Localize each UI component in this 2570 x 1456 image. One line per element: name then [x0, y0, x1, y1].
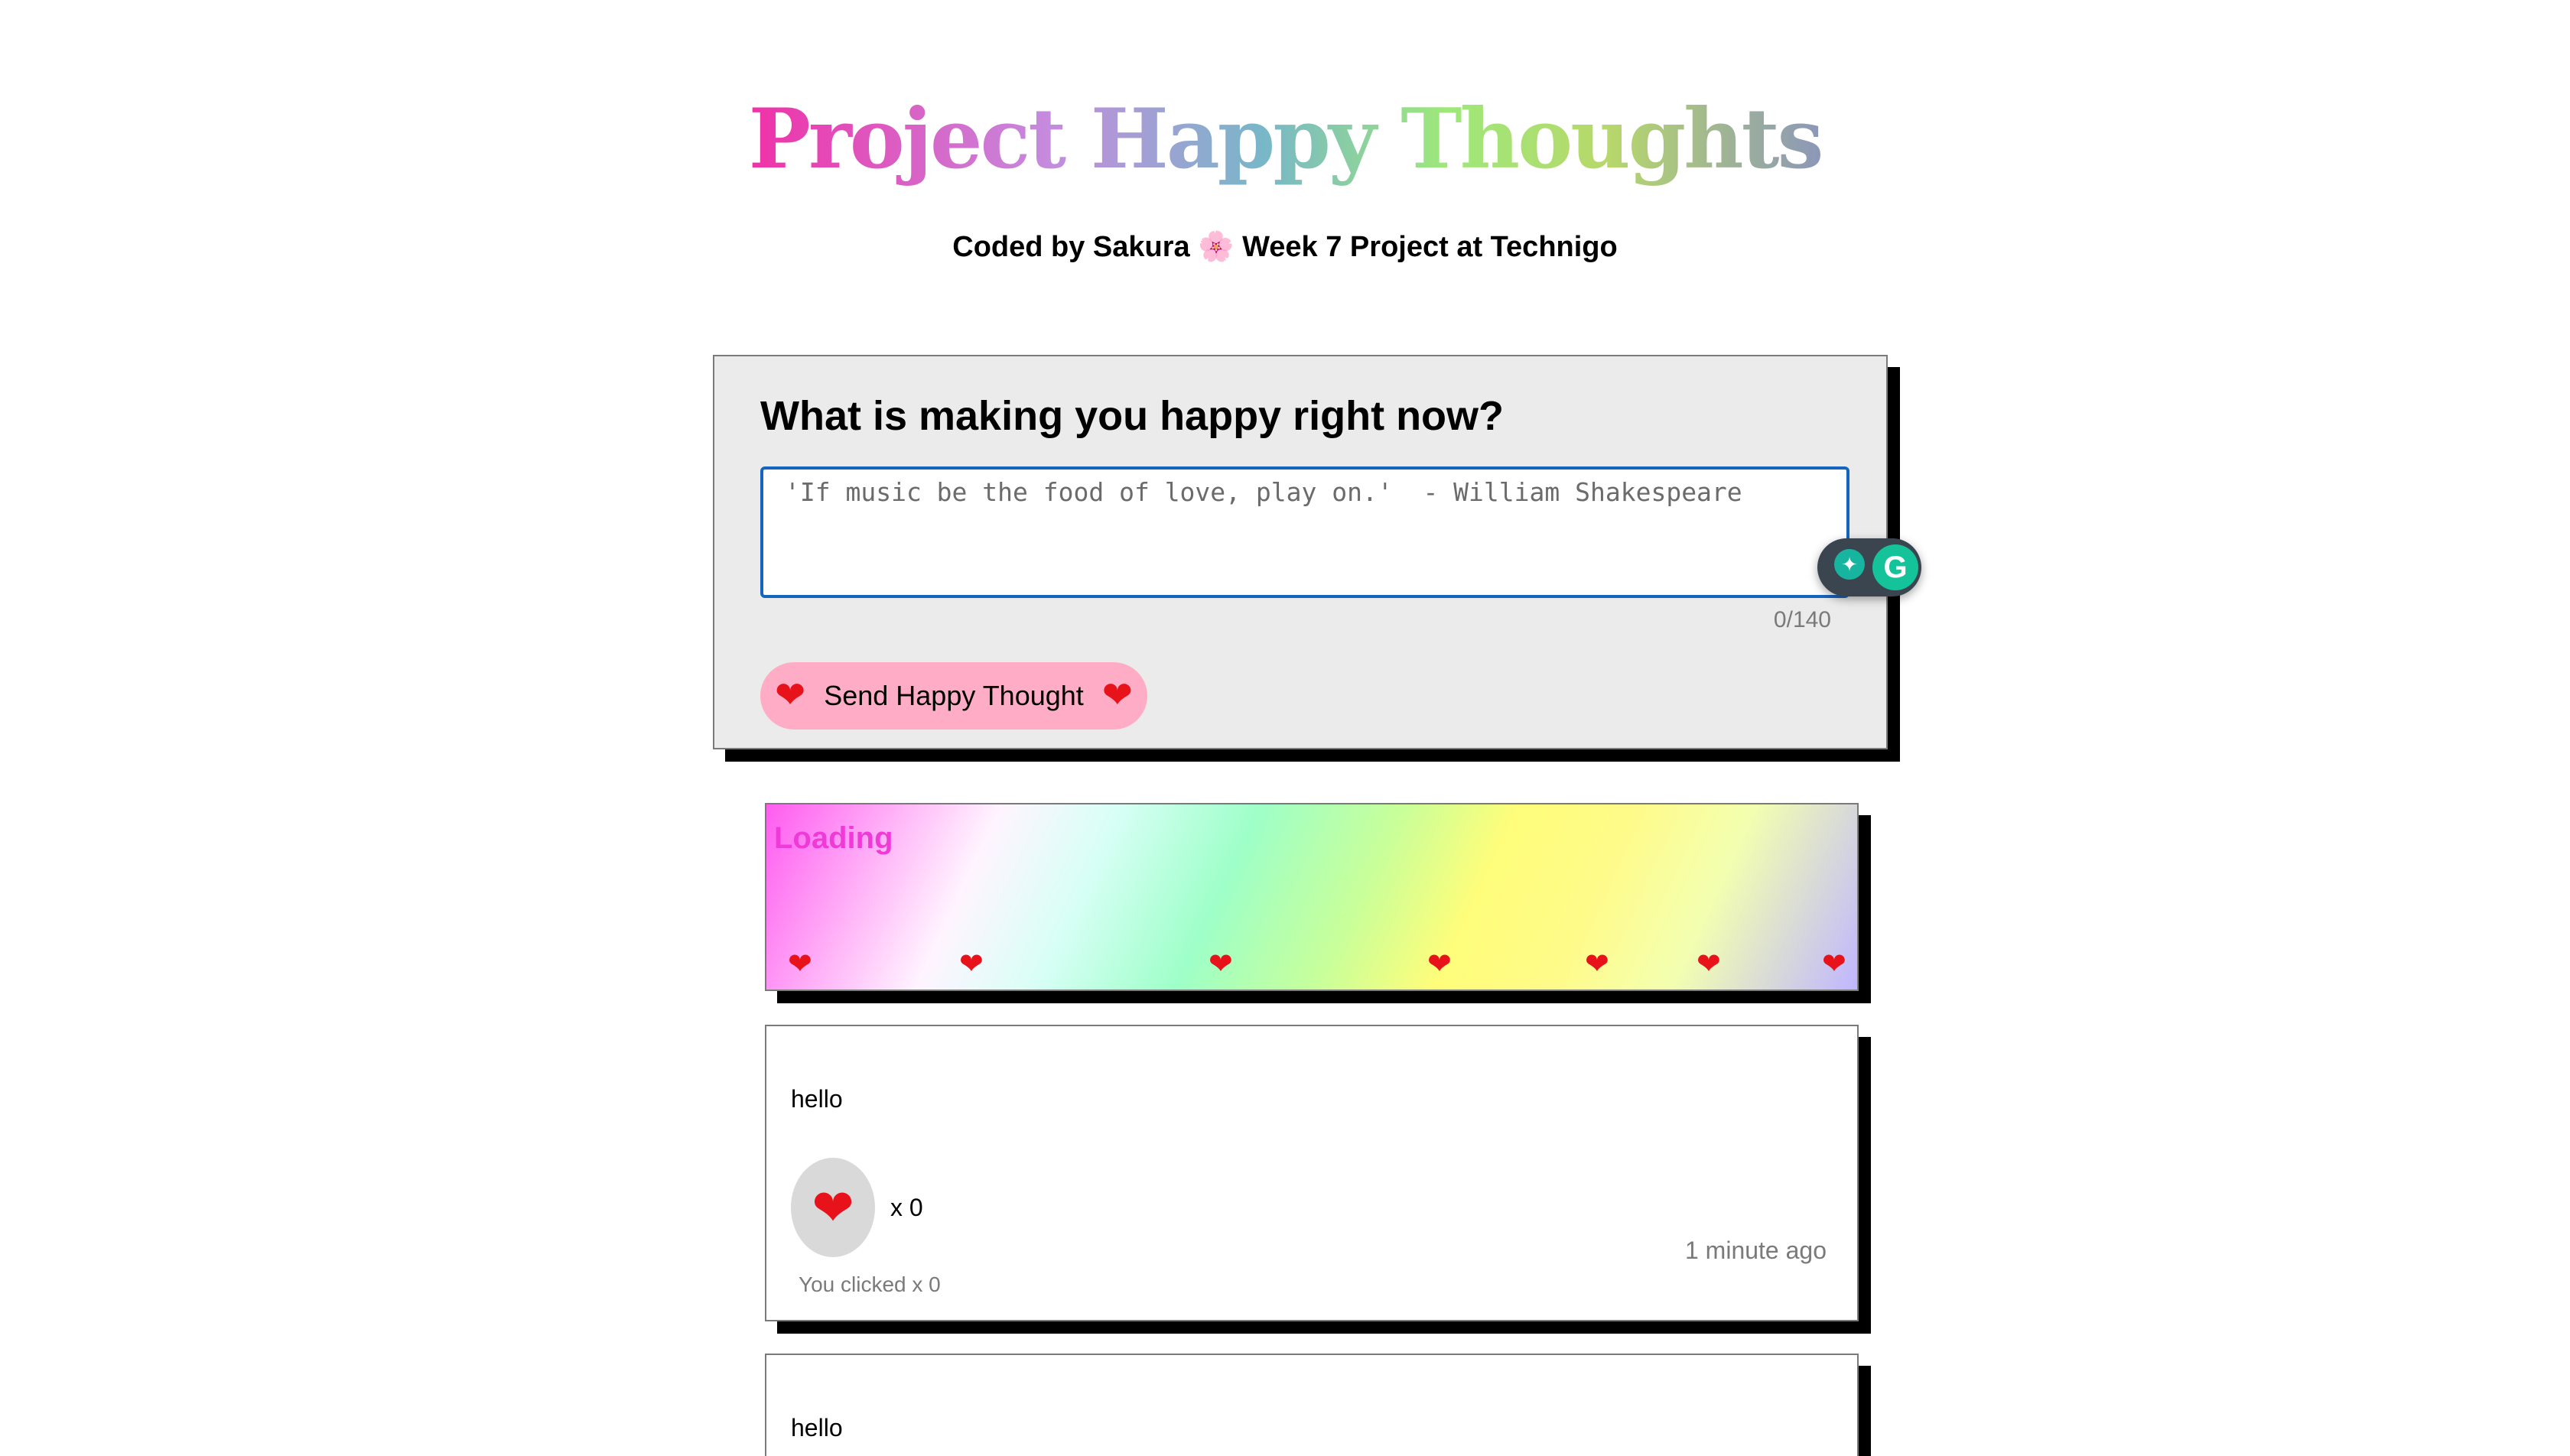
- heart-icon: ❤: [1427, 948, 1452, 980]
- you-clicked-count: You clicked x 0: [799, 1272, 941, 1296]
- send-happy-thought-button[interactable]: ❤ Send Happy Thought ❤: [760, 662, 1147, 730]
- page: Project Happy Thoughts Coded by Sakura 🌸…: [0, 0, 2570, 1456]
- thought-card: hello ❤ x 0 1 minute ago You clicked x 0: [765, 1025, 1859, 1321]
- thought-card: hello: [765, 1354, 1859, 1456]
- heart-icon: ❤: [1822, 948, 1846, 980]
- thought-timestamp: 1 minute ago: [1684, 1237, 1827, 1264]
- char-counter: 0/140: [1773, 607, 1831, 632]
- loading-label: Loading: [774, 821, 893, 855]
- thought-input[interactable]: [760, 466, 1849, 598]
- like-count: x 0: [890, 1194, 923, 1221]
- heart-icon: ❤: [812, 1179, 854, 1236]
- app-title-text: Project Happy Thoughts: [748, 91, 1824, 187]
- thought-message: hello: [791, 1085, 843, 1113]
- grammarly-icon[interactable]: G: [1872, 544, 1918, 590]
- heart-icon: ❤: [774, 675, 806, 716]
- form-question: What is making you happy right now?: [760, 393, 1505, 439]
- heart-icon: ❤: [1697, 948, 1721, 980]
- grammarly-widget[interactable]: ✦ G: [1817, 538, 1921, 596]
- loading-banner: Loading ❤ ❤ ❤ ❤ ❤ ❤ ❤: [765, 803, 1859, 991]
- heart-icon: ❤: [959, 948, 984, 980]
- app-title: Project Happy Thoughts: [0, 86, 2570, 193]
- thought-message: hello: [791, 1414, 843, 1441]
- like-button[interactable]: ❤: [791, 1158, 875, 1257]
- sparkle-icon[interactable]: ✦: [1834, 549, 1865, 580]
- heart-icon: ❤: [1101, 675, 1134, 716]
- heart-icon: ❤: [1209, 948, 1233, 980]
- heart-icon: ❤: [788, 948, 812, 980]
- thought-form: What is making you happy right now? 0/14…: [713, 355, 1921, 749]
- heart-icon: ❤: [1585, 948, 1609, 980]
- send-button-label: Send Happy Thought: [824, 680, 1084, 711]
- app-subtitle: Coded by Sakura 🌸 Week 7 Project at Tech…: [952, 231, 1618, 263]
